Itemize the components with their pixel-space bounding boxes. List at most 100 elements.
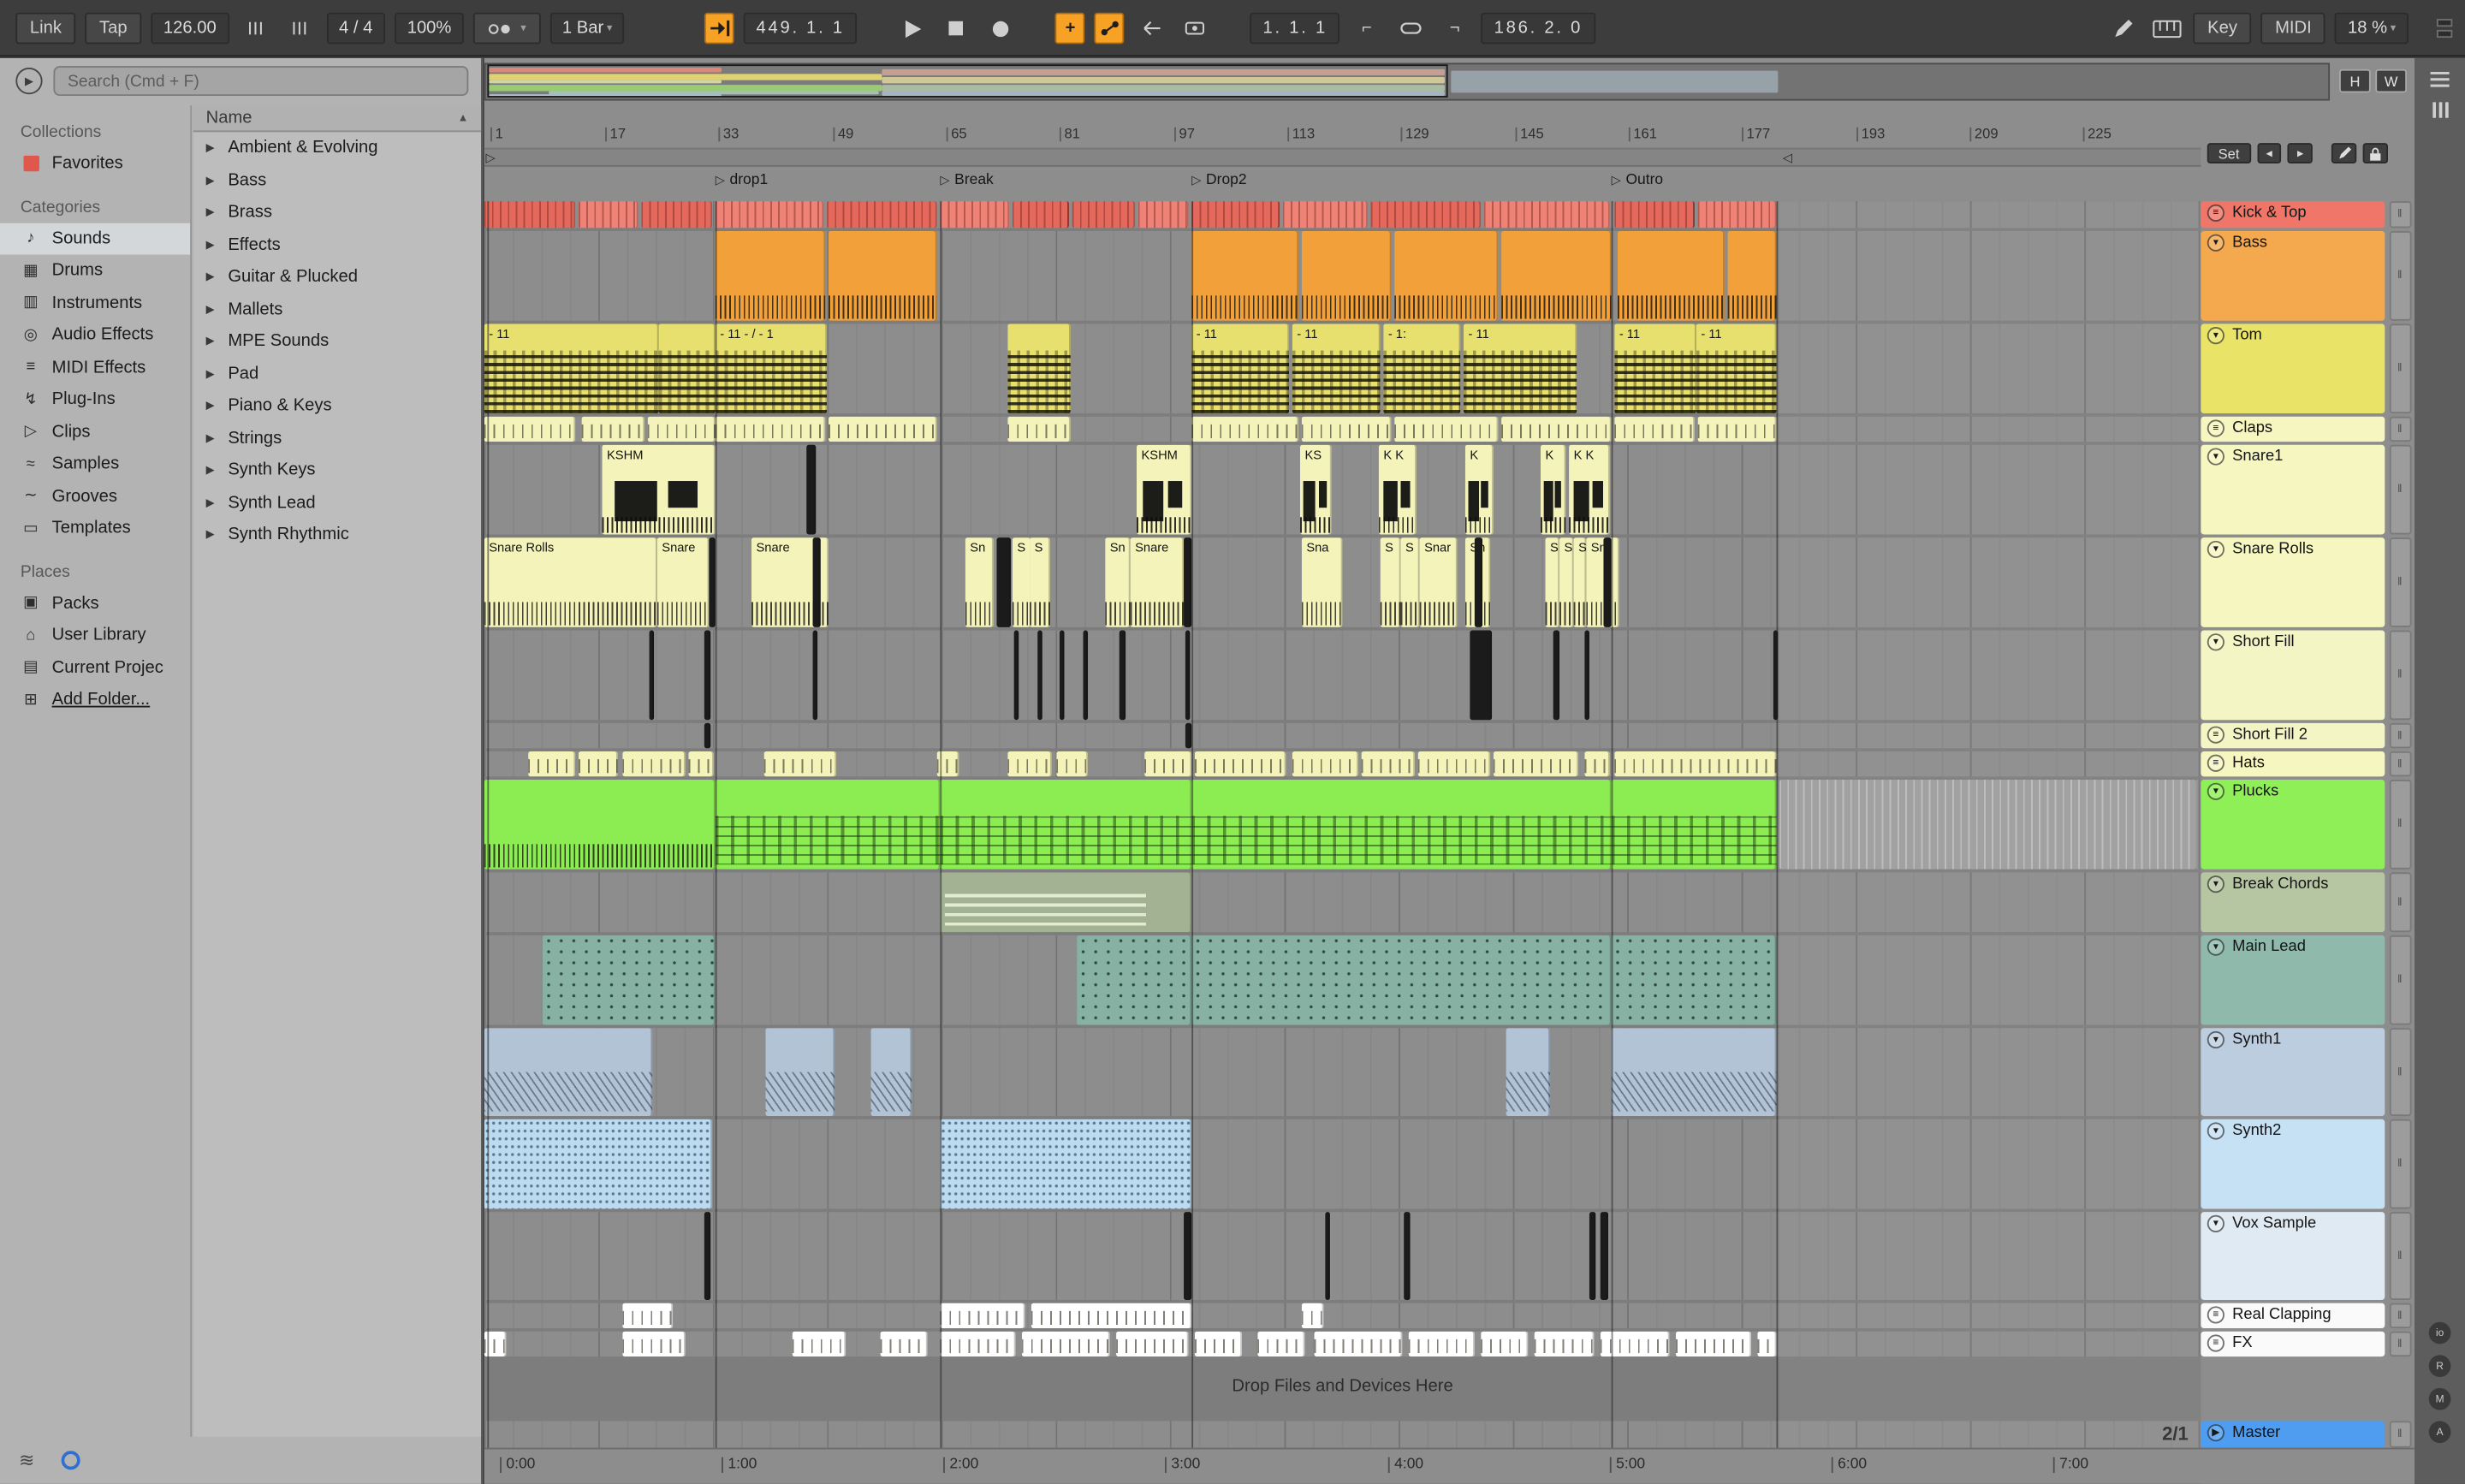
clip-claps[interactable] bbox=[828, 416, 937, 442]
clip-snare-rolls[interactable] bbox=[812, 537, 821, 627]
track-header-snare-rolls[interactable]: ▾ Snare Rolls bbox=[2201, 537, 2385, 627]
folder-item-synth-keys[interactable]: ▶ Synth Keys bbox=[193, 454, 481, 487]
locator-drop2[interactable]: ▷ Drop2 bbox=[1191, 171, 1246, 188]
track-lane-short-fill[interactable] bbox=[484, 630, 2201, 721]
clip-kick-top[interactable] bbox=[1012, 201, 1069, 229]
clip-short-fill[interactable] bbox=[1037, 630, 1042, 721]
track-header-tom[interactable]: ▾ Tom bbox=[2201, 324, 2385, 414]
clip-hats[interactable] bbox=[622, 751, 686, 777]
prev-locator-button[interactable]: ◂ bbox=[2256, 143, 2282, 164]
folder-item-piano-keys[interactable]: ▶ Piano & Keys bbox=[193, 390, 481, 423]
clip-real-clapping[interactable] bbox=[1301, 1303, 1324, 1329]
fold-icon[interactable]: ▾ bbox=[2207, 782, 2224, 800]
fold-icon[interactable]: ▾ bbox=[2207, 327, 2224, 345]
clip-bass[interactable] bbox=[1394, 230, 1499, 321]
clip-plucks[interactable] bbox=[484, 780, 716, 870]
clip-tom[interactable]: - 11 bbox=[484, 324, 659, 414]
expand-arrow-icon[interactable]: ▶ bbox=[206, 335, 219, 348]
sidebar-item-drums[interactable]: ▦ Drums bbox=[0, 255, 190, 288]
play-icon[interactable]: ▶ bbox=[2207, 1424, 2224, 1442]
track-header-claps[interactable]: ≡ Claps bbox=[2201, 416, 2385, 442]
track-lane-master[interactable]: 2/1 bbox=[484, 1421, 2201, 1448]
clip-snare-rolls[interactable] bbox=[709, 537, 716, 627]
track-lane-main-lead[interactable] bbox=[484, 935, 2201, 1025]
track-resize-handle[interactable]: ‖ bbox=[2389, 1331, 2412, 1357]
clip-bass[interactable] bbox=[828, 230, 937, 321]
clip-hats[interactable] bbox=[688, 751, 714, 777]
clip-snare1[interactable]: KSHM bbox=[602, 444, 716, 535]
loop-button[interactable] bbox=[1393, 13, 1428, 45]
sidebar-item-sounds[interactable]: ♪ Sounds bbox=[0, 222, 191, 255]
track-lane-kick-top[interactable] bbox=[484, 201, 2201, 229]
folder-item-synth-lead[interactable]: ▶ Synth Lead bbox=[193, 486, 481, 519]
expand-arrow-icon[interactable]: ▶ bbox=[206, 239, 219, 252]
fold-icon[interactable]: ▾ bbox=[2207, 938, 2224, 956]
sidebar-item-current-projec[interactable]: ▤ Current Projec bbox=[0, 651, 190, 684]
fold-icon[interactable]: ▾ bbox=[2207, 1214, 2224, 1232]
midi-arrangement-overdub-button[interactable]: + bbox=[1055, 12, 1085, 45]
clip-snare1[interactable]: K K bbox=[1378, 444, 1417, 535]
fold-icon[interactable]: ▾ bbox=[2207, 1030, 2224, 1049]
clip-snare-rolls[interactable] bbox=[1474, 537, 1483, 627]
computer-midi-keyboard-button[interactable] bbox=[2149, 13, 2183, 45]
clip-snare-rolls[interactable]: S bbox=[1012, 537, 1031, 627]
fold-icon[interactable]: ▾ bbox=[2207, 448, 2224, 466]
clip-kick-top[interactable] bbox=[578, 201, 639, 229]
clip-short-fill[interactable] bbox=[1470, 630, 1493, 721]
clip-synth1[interactable] bbox=[765, 1028, 835, 1117]
clip-tom[interactable]: - 11 bbox=[1463, 324, 1577, 414]
folder-item-strings[interactable]: ▶ Strings bbox=[193, 422, 481, 454]
folder-item-effects[interactable]: ▶ Effects bbox=[193, 229, 481, 261]
track-resize-handle[interactable]: ‖ bbox=[2389, 780, 2412, 870]
waveform-status-icon[interactable]: ≋ bbox=[19, 1449, 34, 1471]
clip-short-fill[interactable] bbox=[1584, 630, 1589, 721]
clip-short-fill[interactable] bbox=[812, 630, 818, 721]
clip-snare1[interactable]: K bbox=[1464, 444, 1494, 535]
track-lane-snare1[interactable]: KSHM KSHM KS K K K K K K bbox=[484, 444, 2201, 535]
track-header-vox-sample[interactable]: ▾ Vox Sample bbox=[2201, 1212, 2385, 1300]
clip-hats[interactable] bbox=[1292, 751, 1358, 777]
clip-vox-sample[interactable] bbox=[1325, 1212, 1330, 1300]
track-resize-handle[interactable]: ‖ bbox=[2389, 935, 2412, 1025]
quantization-menu[interactable]: 1 Bar ▾ bbox=[549, 12, 626, 45]
expand-arrow-icon[interactable]: ▶ bbox=[206, 367, 219, 380]
clip-fx[interactable] bbox=[484, 1331, 507, 1357]
expand-arrow-icon[interactable]: ▶ bbox=[206, 303, 219, 316]
clip-synth1[interactable] bbox=[1611, 1028, 1777, 1117]
nudge-down-button[interactable] bbox=[238, 13, 272, 45]
track-lane-vox-sample[interactable] bbox=[484, 1212, 2201, 1300]
clip-hats[interactable] bbox=[1144, 751, 1192, 777]
clip-tom[interactable]: - 11 - / - 1 bbox=[715, 324, 828, 414]
follow-button[interactable] bbox=[704, 12, 734, 45]
punch-out-button[interactable]: ¬ bbox=[1438, 13, 1472, 45]
track-header-snare1[interactable]: ▾ Snare1 bbox=[2201, 444, 2385, 535]
clip-fx[interactable] bbox=[1257, 1331, 1305, 1357]
loop-length-field[interactable]: 186. 2. 0 bbox=[1481, 12, 1595, 45]
fold-icon[interactable]: ▾ bbox=[2207, 876, 2224, 893]
loop-end-marker[interactable]: ◁ bbox=[1783, 151, 1792, 165]
clip-vox-sample[interactable] bbox=[704, 1212, 711, 1300]
clip-snare-rolls[interactable]: Sn bbox=[1105, 537, 1131, 627]
track-resize-handle[interactable]: ‖ bbox=[2389, 1421, 2412, 1448]
clip-hats[interactable] bbox=[1361, 751, 1416, 777]
name-column-header[interactable]: Name ▲ bbox=[193, 105, 482, 133]
clip-claps[interactable] bbox=[1697, 416, 1777, 442]
clip-short-fill-2[interactable] bbox=[1185, 722, 1192, 749]
folder-item-mallets[interactable]: ▶ Mallets bbox=[193, 294, 481, 326]
bar-number[interactable]: 129 bbox=[1400, 127, 1429, 142]
clip-hats[interactable] bbox=[578, 751, 618, 777]
bar-number[interactable]: 145 bbox=[1515, 127, 1544, 142]
clip-fx[interactable] bbox=[1757, 1331, 1777, 1357]
track-header-hats[interactable]: ≡ Hats bbox=[2201, 751, 2385, 777]
sidebar-item-samples[interactable]: ≈ Samples bbox=[0, 448, 190, 480]
track-lane-snare-rolls[interactable]: Snare Rolls Snare Snare Sn S S Sn Snare Sna S S Sna… bbox=[484, 537, 2201, 627]
clip-claps[interactable] bbox=[1007, 416, 1071, 442]
clip-short-fill[interactable] bbox=[1059, 630, 1065, 721]
clip-vox-sample[interactable] bbox=[1600, 1212, 1608, 1300]
track-resize-handle[interactable]: ‖ bbox=[2389, 1303, 2412, 1329]
clip-fx[interactable] bbox=[1600, 1331, 1670, 1357]
clip-short-fill[interactable] bbox=[704, 630, 711, 721]
bar-number[interactable]: 49 bbox=[833, 127, 853, 142]
record-button[interactable] bbox=[983, 13, 1018, 45]
search-input[interactable]: Search (Cmd + F) bbox=[53, 66, 469, 97]
